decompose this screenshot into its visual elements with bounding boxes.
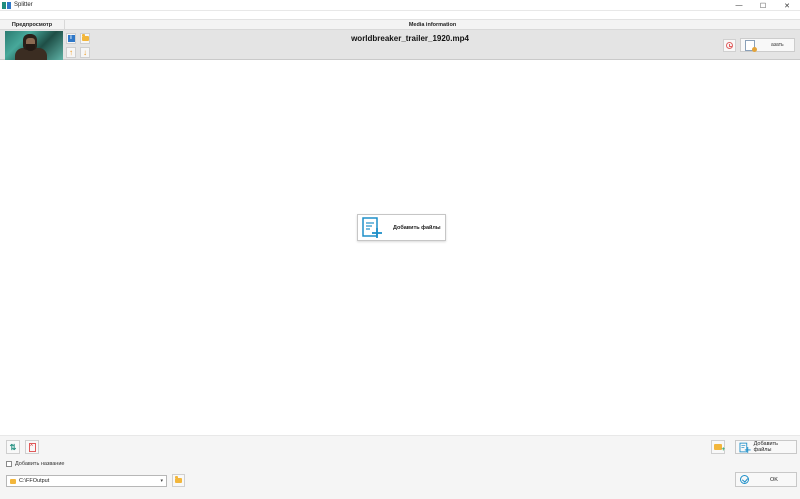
sort-button[interactable]: ⇅: [6, 440, 20, 454]
cut-button-label: азать: [771, 42, 784, 48]
thumbnail-figure-beard: [26, 44, 35, 51]
add-title-option[interactable]: Добавить название: [6, 460, 64, 468]
move-down-button[interactable]: ↓: [80, 47, 90, 58]
sort-icon: ⇅: [9, 442, 17, 452]
close-button[interactable]: ✕: [775, 0, 799, 11]
folder-icon: [10, 478, 16, 484]
file-name: worldbreaker_trailer_1920.mp4: [351, 34, 469, 43]
check-circle-icon: [740, 475, 749, 484]
add-files-icon: [362, 216, 382, 238]
folder-icon: [175, 476, 182, 483]
browse-folder-button[interactable]: [172, 474, 185, 487]
ok-button-label: OK: [770, 476, 778, 483]
move-up-button[interactable]: ↑: [66, 47, 76, 58]
minimize-button[interactable]: —: [727, 0, 751, 11]
add-files-center-label: Добавить файлы: [393, 224, 441, 231]
clear-icon: [28, 442, 36, 452]
cut-icon: [745, 39, 757, 52]
output-path-select[interactable]: C:\FFOutput ▾: [6, 475, 167, 487]
add-folder-icon: [714, 444, 725, 453]
bottom-panel: [0, 435, 800, 499]
clock-icon: [726, 42, 733, 49]
add-files-center-button[interactable]: Добавить файлы: [357, 214, 446, 241]
arrow-down-icon: ↓: [83, 47, 87, 57]
add-files-button[interactable]: Добавить файлы: [735, 440, 797, 454]
duration-button[interactable]: [723, 39, 736, 52]
add-files-button-label: Добавить файлы: [753, 441, 778, 453]
list-header: Предпросмотр Media information: [0, 19, 800, 30]
title-bar: Splitter — ☐ ✕: [0, 0, 800, 11]
add-folder-button[interactable]: [711, 440, 725, 454]
info-icon: i: [67, 35, 75, 42]
cut-button[interactable]: азать: [740, 38, 795, 52]
maximize-button[interactable]: ☐: [751, 0, 775, 11]
arrow-up-icon: ↑: [69, 47, 73, 57]
chevron-down-icon: ▾: [160, 478, 163, 484]
info-button[interactable]: i: [66, 33, 76, 44]
add-title-label: Добавить название: [15, 461, 65, 467]
window-title: Splitter: [14, 2, 33, 8]
header-preview: Предпросмотр: [0, 20, 65, 30]
header-media-info: Media information: [408, 22, 457, 28]
app-icon: [2, 2, 11, 9]
open-folder-button[interactable]: [80, 33, 90, 44]
ok-button[interactable]: OK: [735, 472, 797, 487]
folder-icon: [81, 34, 89, 41]
add-title-checkbox[interactable]: [6, 461, 12, 467]
add-files-icon: [739, 442, 751, 453]
clear-list-button[interactable]: [25, 440, 39, 454]
output-path-value: C:\FFOutput: [19, 478, 50, 484]
video-thumbnail[interactable]: [5, 31, 63, 60]
